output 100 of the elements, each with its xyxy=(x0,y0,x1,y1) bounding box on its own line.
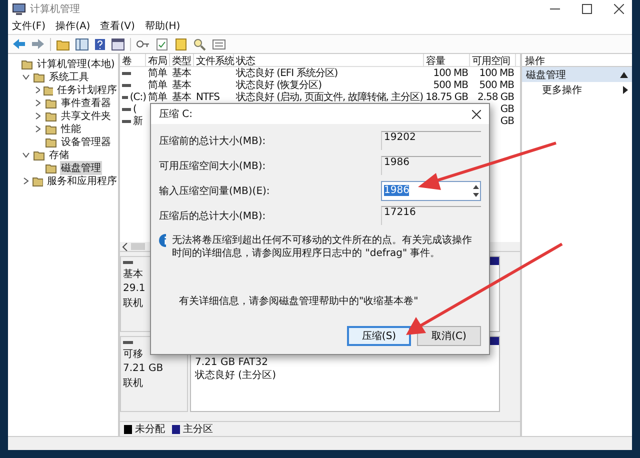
table-cell: 500 MB xyxy=(479,80,514,90)
table-cell-text: 简单 xyxy=(148,66,167,80)
key-icon[interactable] xyxy=(136,38,150,50)
partition-info: 7.21 GB FAT32 xyxy=(195,357,269,368)
legend-label: 未分配 xyxy=(135,422,165,436)
table-cell: NTFS xyxy=(196,92,220,102)
disk-info: 联机 xyxy=(123,296,143,310)
table-cell-text: 状态良好 (启动, 页面文件, 故障转储, 主分区) xyxy=(236,90,424,104)
column-header[interactable]: 可用空间 xyxy=(470,54,516,66)
collapse-arrow-icon[interactable] xyxy=(620,72,628,78)
tree-item[interactable]: 存储 xyxy=(48,148,70,162)
column-header[interactable]: 容量 xyxy=(424,54,470,66)
tree-item[interactable]: 磁盘管理 xyxy=(60,160,102,174)
chevron-icon[interactable] xyxy=(34,98,42,106)
check-icon[interactable] xyxy=(155,38,169,50)
table-cell: 2.58 GB xyxy=(477,92,514,102)
document-icon[interactable] xyxy=(174,38,188,50)
table-cell: (C:) xyxy=(130,92,146,102)
close-icon[interactable] xyxy=(614,4,624,14)
info-message: 无法将卷压缩到超出任何不可移动的文件所在的点。有关完成该操作时间的详细信息，请参阅应用程序日志中的 "defrag" 事件。 xyxy=(172,234,474,260)
folder-icon xyxy=(33,70,45,82)
menu-item[interactable]: 操作(A) xyxy=(56,19,90,33)
field-label: 压缩前的总计大小(MB): xyxy=(159,134,267,148)
field-label: 输入压缩空间量(MB)(E): xyxy=(159,184,271,198)
disk-info: 基本 xyxy=(123,268,143,281)
properties-icon[interactable] xyxy=(212,38,226,50)
folder-icon xyxy=(45,122,57,134)
folder-icon xyxy=(45,136,57,148)
panel-icon[interactable] xyxy=(75,38,89,50)
table-cell: GB xyxy=(500,104,514,114)
dialog-button[interactable]: 压缩(S) xyxy=(347,326,411,346)
close-icon[interactable] xyxy=(472,110,481,118)
table-cell-text: 简单 xyxy=(148,90,167,104)
folder-icon xyxy=(21,58,33,70)
action-item[interactable]: 磁盘管理 xyxy=(522,67,632,82)
table-cell-text: 新 xyxy=(133,114,142,128)
table-cell: ( xyxy=(133,104,136,114)
column-header[interactable]: 类型 xyxy=(170,54,194,66)
chevron-icon[interactable] xyxy=(34,124,42,132)
back-arrow-icon[interactable] xyxy=(12,38,26,50)
help-icon[interactable] xyxy=(94,38,106,50)
folder-icon[interactable] xyxy=(56,38,70,50)
tree-item[interactable]: 性能 xyxy=(60,122,82,136)
window-title: 计算机管理 xyxy=(30,2,80,16)
disk-info: 29.1 xyxy=(123,283,146,294)
chevron-icon[interactable] xyxy=(22,150,30,158)
column-header[interactable]: 布局 xyxy=(146,54,170,66)
readonly-field: 19202 xyxy=(381,131,481,150)
table-cell-text: 基本 xyxy=(172,66,191,80)
scrollbar-thumb[interactable] xyxy=(131,243,145,250)
tree-item[interactable]: 系统工具 xyxy=(48,70,90,84)
folder-icon xyxy=(33,148,45,160)
column-header[interactable]: 文件系统 xyxy=(194,54,234,66)
tree-item[interactable]: 服务和应用程序 xyxy=(46,174,118,188)
disk-info: 7.21 GB xyxy=(123,363,164,374)
legend-label: 主分区 xyxy=(183,422,213,436)
menu-item[interactable]: 文件(F) xyxy=(12,19,46,33)
table-cell-text: 基本 xyxy=(172,78,191,92)
field-label: 可用压缩空间大小(MB): xyxy=(159,160,267,172)
table-cell: 100 MB xyxy=(479,68,514,78)
field-label: 压缩后的总计大小(MB): xyxy=(159,210,267,222)
folder-icon xyxy=(43,84,53,96)
folder-icon xyxy=(32,174,43,186)
folder-icon xyxy=(45,162,57,174)
maximize-icon[interactable] xyxy=(582,4,592,14)
chevron-icon[interactable] xyxy=(22,72,30,80)
folder-icon xyxy=(45,96,57,108)
chevron-icon[interactable] xyxy=(34,86,40,94)
table-cell-text: 状态良好 (恢复分区) xyxy=(236,78,322,92)
spin-field[interactable]: 1986 xyxy=(381,180,481,200)
action-item[interactable]: 更多操作 xyxy=(522,82,632,97)
table-cell: 100 MB xyxy=(433,68,468,78)
tree-item[interactable]: 事件查看器 xyxy=(60,96,112,110)
forward-arrow-icon[interactable] xyxy=(31,38,45,50)
table-cell: 18.75 GB xyxy=(426,92,468,102)
table-cell-text: 简单 xyxy=(148,78,167,92)
menu-item[interactable]: 帮助(H) xyxy=(144,19,180,33)
column-header[interactable]: 卷 xyxy=(120,54,146,66)
dialog-title: 压缩 C: xyxy=(159,108,193,121)
folder-icon xyxy=(45,110,57,122)
partition-info: 状态良好 (主分区) xyxy=(195,368,277,382)
readonly-field: 17216 xyxy=(381,206,481,225)
tree-item[interactable]: 计算机管理(本地) xyxy=(36,56,116,70)
disk-info: 联机 xyxy=(123,376,143,390)
tree-item[interactable]: 任务计划程序 xyxy=(56,82,118,96)
table-cell: GB xyxy=(500,116,514,126)
table-cell-text: 基本 xyxy=(172,90,191,104)
computer-icon xyxy=(12,2,26,16)
tree-item[interactable]: 共享文件夹 xyxy=(60,108,112,122)
dialog-button[interactable]: 取消(C) xyxy=(417,326,481,346)
menu-item[interactable]: 查看(V) xyxy=(100,19,135,33)
submenu-arrow-icon xyxy=(623,86,628,94)
column-header[interactable]: 状态 xyxy=(234,54,424,66)
search-icon[interactable] xyxy=(193,38,207,50)
tree-item[interactable]: 设备管理器 xyxy=(60,134,112,148)
chevron-icon[interactable] xyxy=(34,112,42,120)
chevron-icon[interactable] xyxy=(22,176,30,184)
readonly-field: 1986 xyxy=(381,156,481,175)
info-icon xyxy=(159,234,166,247)
window-icon[interactable] xyxy=(111,38,125,50)
